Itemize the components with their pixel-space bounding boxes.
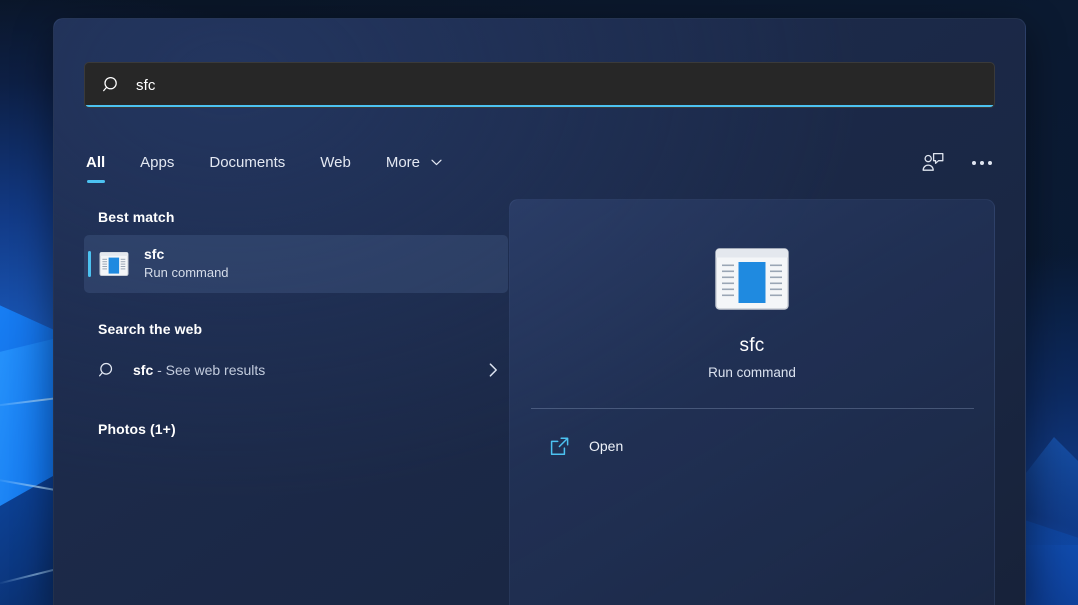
desktop: sfc All Apps Documents Web More Best mat… <box>0 0 1078 605</box>
tab-active-underline <box>86 179 105 183</box>
search-box-container: sfc <box>84 62 995 108</box>
web-result-label: sfc - See web results <box>133 362 265 378</box>
search-input-value: sfc <box>136 76 156 94</box>
open-external-icon <box>550 437 569 455</box>
open-action-label: Open <box>589 438 624 454</box>
tab-apps[interactable]: Apps <box>138 148 176 183</box>
run-command-icon <box>714 247 790 313</box>
best-match-result-sfc[interactable]: sfc Run command <box>84 235 508 293</box>
tab-documents-label: Documents <box>209 153 286 171</box>
feedback-icon <box>922 152 944 171</box>
search-icon <box>103 76 117 92</box>
windows-search-panel: sfc All Apps Documents Web More Best mat… <box>53 18 1026 605</box>
open-action-button[interactable]: Open <box>533 427 733 465</box>
web-result-query: sfc <box>133 362 154 378</box>
best-match-heading: Best match <box>98 209 175 225</box>
search-focus-underline <box>86 105 993 107</box>
search-the-web-heading: Search the web <box>98 321 203 337</box>
chevron-down-icon <box>431 159 442 165</box>
tab-apps-label: Apps <box>140 153 175 171</box>
best-match-result-subtitle: Run command <box>144 265 229 280</box>
tab-web[interactable]: Web <box>318 148 353 183</box>
best-match-result-text: sfc Run command <box>144 246 229 282</box>
run-command-icon <box>98 248 130 280</box>
search-input[interactable]: sfc <box>84 62 995 108</box>
tab-web-label: Web <box>320 153 351 171</box>
results-list: Best match sfc Run command Search the we… <box>84 209 508 447</box>
tab-all[interactable]: All <box>84 148 107 183</box>
web-result-row[interactable]: sfc - See web results <box>84 347 508 393</box>
selection-indicator <box>88 251 91 277</box>
tab-all-label: All <box>86 153 106 171</box>
tab-more-label: More <box>385 153 421 171</box>
search-icon <box>98 362 113 376</box>
web-result-suffix: - See web results <box>157 362 266 378</box>
chevron-right-icon <box>489 363 497 377</box>
preview-subtitle: Run command <box>708 365 796 380</box>
tab-actions <box>920 150 995 180</box>
photos-heading: Photos (1+) <box>98 421 176 437</box>
tab-documents[interactable]: Documents <box>207 148 287 183</box>
more-options-icon <box>972 161 992 165</box>
search-tabs: All Apps Documents Web More <box>84 137 995 193</box>
best-match-result-title: sfc <box>144 246 165 262</box>
tab-more[interactable]: More <box>384 148 444 183</box>
more-options-button[interactable] <box>969 150 995 176</box>
preview-divider <box>530 408 974 409</box>
result-preview-panel: sfc Run command Open <box>509 199 995 605</box>
feedback-button[interactable] <box>920 150 946 176</box>
preview-title: sfc <box>739 335 765 356</box>
